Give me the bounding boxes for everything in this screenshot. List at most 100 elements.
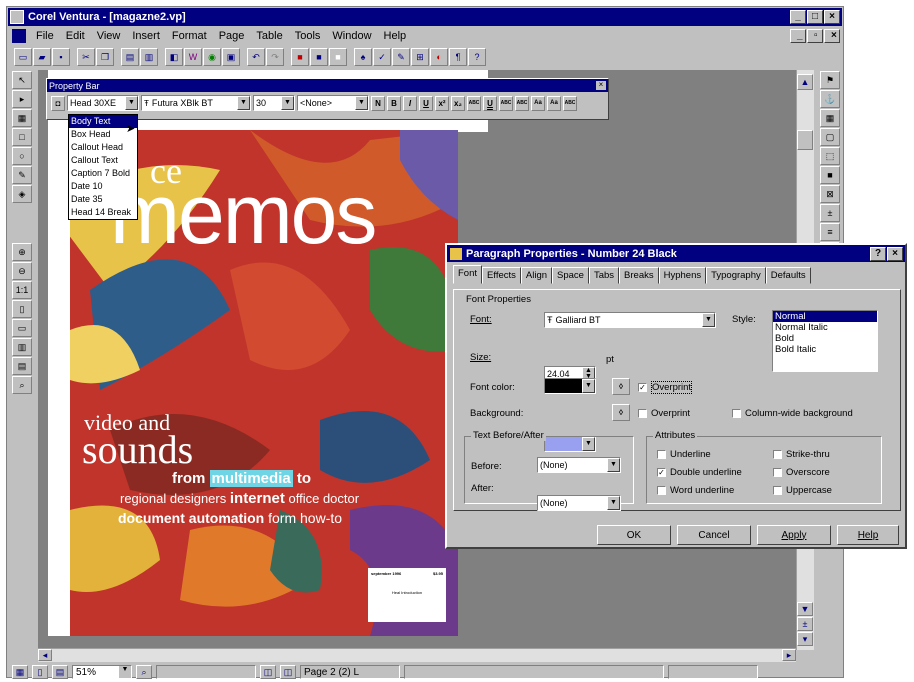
view-page-icon[interactable]: ▯ [32,665,48,679]
uppercase-check-icon[interactable] [773,485,782,495]
overprint-check-icon[interactable]: ✓ [638,382,647,392]
double-underline-check-icon[interactable]: ✓ [657,467,666,477]
menu-page[interactable]: Page [213,30,251,42]
menu-view[interactable]: View [91,30,127,42]
text-select-icon[interactable]: ▸ [12,90,32,108]
after-dropdown-icon[interactable]: ▼ [607,496,620,510]
color-white-icon[interactable]: ■ [329,48,347,66]
font-color-dropdown-icon[interactable]: ▼ [582,379,595,393]
horizontal-scrollbar[interactable]: ◂ ▸ [38,648,796,662]
word-underline-checkbox[interactable]: Word underline [657,485,734,496]
doc-close-button[interactable]: × [824,29,840,43]
style-option-bold[interactable]: Bold [773,333,877,344]
font-combo[interactable]: Ŧ Futura XBlk BT ▼ [141,95,251,111]
column-background-check-icon[interactable] [732,408,741,418]
tab-hyphens[interactable]: Hyphens [658,267,707,284]
spell-icon[interactable]: ✓ [373,48,391,66]
actual-size-icon[interactable]: 1:1 [12,281,32,299]
new-icon[interactable]: ▭ [14,48,32,66]
print-icon[interactable]: ▥ [140,48,158,66]
case-button[interactable]: Aa [531,95,545,111]
tag-icon[interactable]: ⚑ [820,71,840,89]
fit-height-icon[interactable]: ▥ [12,338,32,356]
bold-button[interactable]: B [387,95,401,111]
next-page-icon[interactable]: ▾ [797,632,813,646]
strike-thru-checkbox[interactable]: Strike-thru [773,449,830,460]
pilcrow-icon[interactable]: ¶ [449,48,467,66]
ok-button[interactable]: OK [597,525,671,545]
frame-icon[interactable]: ▢ [820,128,840,146]
tag-option-callout-head[interactable]: Callout Head [69,141,137,154]
cut-icon[interactable]: ✂ [77,48,95,66]
minimize-button[interactable]: _ [790,10,806,24]
normal-button[interactable]: N [371,95,385,111]
menu-tools[interactable]: Tools [289,30,327,42]
import-icon[interactable]: ◧ [165,48,183,66]
rectangle-tool-icon[interactable]: □ [12,128,32,146]
help-icon[interactable]: ? [468,48,486,66]
menu-file[interactable]: File [30,30,60,42]
strike-thru-check-icon[interactable] [773,449,782,459]
view-copy-icon[interactable]: ▤ [52,665,68,679]
zoom-out-icon[interactable]: ⊖ [12,262,32,280]
zoom-in-icon[interactable]: ⊕ [12,243,32,261]
tab-space[interactable]: Space [552,267,589,284]
ellipse-tool-icon[interactable]: ○ [12,147,32,165]
paste-icon[interactable]: ▤ [121,48,139,66]
page-next-icon[interactable]: ◫ [280,665,296,679]
underline-check-icon[interactable] [657,449,666,459]
style-combo[interactable]: <None> ▼ [297,95,369,111]
frame-tool-icon[interactable]: ▦ [12,109,32,127]
table-icon[interactable]: ⊞ [411,48,429,66]
tab-breaks[interactable]: Breaks [619,267,659,284]
close-button[interactable]: × [824,10,840,24]
tab-typography[interactable]: Typography [706,267,766,284]
undo-icon[interactable]: ↶ [247,48,265,66]
pen-tool-icon[interactable]: ✎ [12,166,32,184]
open-icon[interactable]: ▰ [33,48,51,66]
underline-checkbox[interactable]: Underline [657,449,711,460]
tab-defaults[interactable]: Defaults [765,267,811,284]
scroll-down-icon[interactable]: ▼ [797,602,813,616]
italic-button[interactable]: I [403,95,417,111]
font-color-picker[interactable]: ▼ [544,378,596,394]
select-tool-icon[interactable]: ↖ [12,71,32,89]
grid-icon[interactable]: ▦ [820,109,840,127]
font-select[interactable]: Ŧ Galliard BT ▼ [544,312,716,328]
scroll-left-icon[interactable]: ◂ [38,649,52,661]
style-dropdown-icon[interactable]: ▼ [355,96,368,110]
overscore-checkbox[interactable]: Overscore [773,467,830,478]
cancel-button[interactable]: Cancel [677,525,751,545]
before-dropdown-icon[interactable]: ▼ [607,458,620,472]
subscript-button[interactable]: x₂ [451,95,465,111]
property-bar-close-icon[interactable]: × [596,81,606,90]
style-option-normal[interactable]: Normal [773,311,877,322]
redo-icon[interactable]: ↷ [266,48,284,66]
tab-effects[interactable]: Effects [482,267,521,284]
crop-icon[interactable]: ⊠ [820,185,840,203]
caps-button[interactable]: ABC [515,95,529,111]
size-combo[interactable]: 30 ▼ [253,95,295,111]
tag-dropdown-icon[interactable]: ▼ [125,96,138,110]
vertical-scroll-thumb[interactable] [797,130,813,150]
tag-combo[interactable]: Head 30XE ▼ [67,95,139,111]
fill-tool-icon[interactable]: ◈ [12,185,32,203]
tab-font[interactable]: Font [453,265,483,284]
overprint-checkbox[interactable]: ✓ Overprint [638,381,693,394]
property-bar-titlebar[interactable]: Property Bar × [47,79,608,92]
case2-button[interactable]: Aa [547,95,561,111]
magnify-icon[interactable]: ⌕ [12,376,32,394]
dialog-help-icon[interactable]: ? [870,246,886,261]
view-draft-icon[interactable]: ▦ [12,665,28,679]
page-prev-icon[interactable]: ◫ [260,665,276,679]
overscore-check-icon[interactable] [773,467,782,477]
uppercase-checkbox[interactable]: Uppercase [773,485,832,496]
superscript-button[interactable]: x² [435,95,449,111]
tab-tabs[interactable]: Tabs [588,267,620,284]
copy-icon[interactable]: ❐ [96,48,114,66]
dialog-close-icon[interactable]: × [887,246,903,261]
tag-option-head-14-break[interactable]: Head 14 Break [69,206,137,219]
zoom-dropdown-icon[interactable]: ▼ [119,666,131,678]
column-background-checkbox[interactable]: Column-wide background [732,408,853,419]
before-select[interactable]: (None) ▼ [537,457,621,473]
